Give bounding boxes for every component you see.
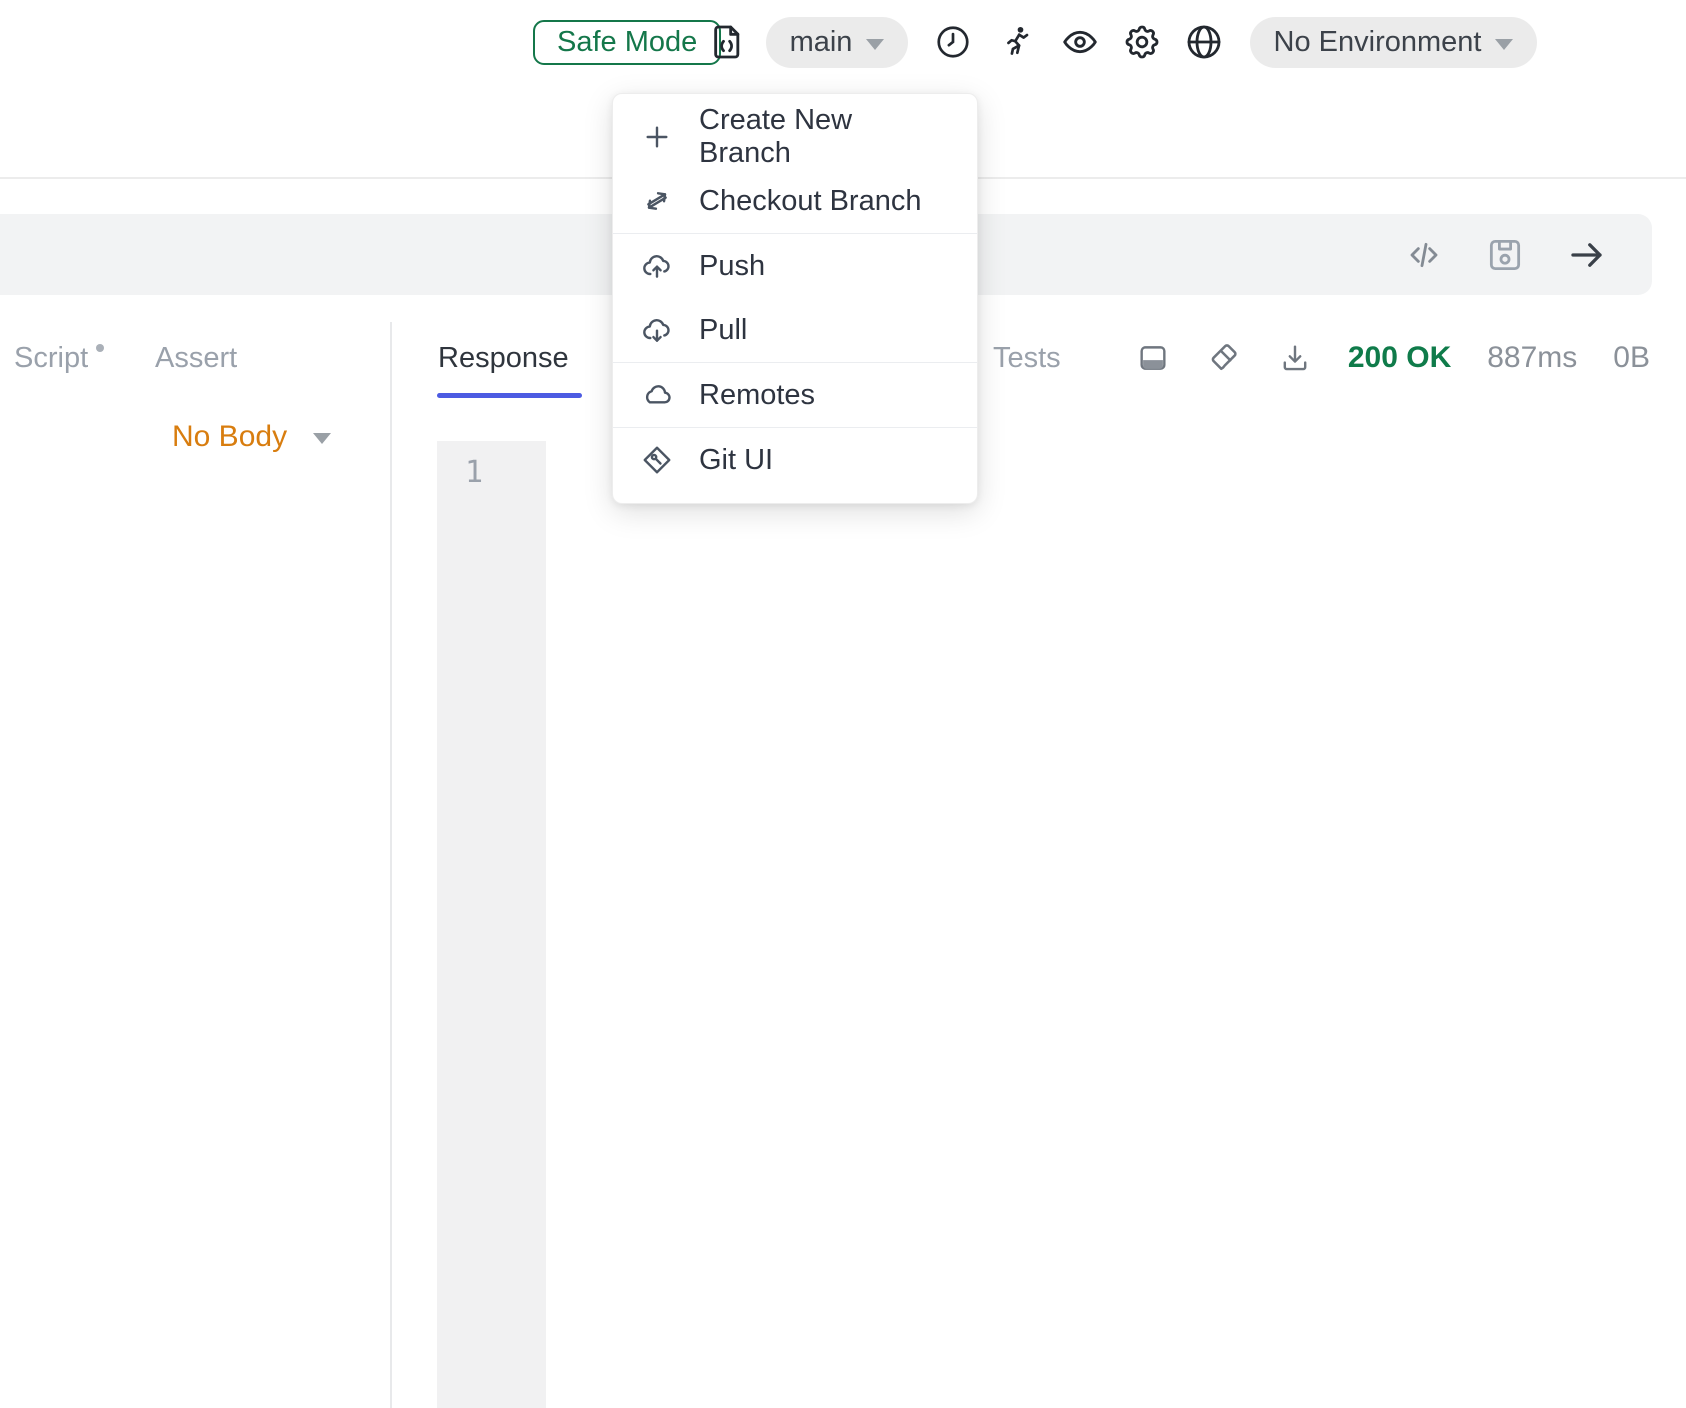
code-file-icon[interactable] bbox=[706, 21, 748, 63]
branch-name: main bbox=[790, 26, 853, 59]
download-response-icon[interactable] bbox=[1278, 341, 1312, 375]
status-code: 200 OK bbox=[1348, 341, 1451, 375]
chevron-down-icon bbox=[1495, 39, 1513, 50]
chevron-down-icon bbox=[866, 39, 884, 50]
menu-item-create-new-branch[interactable]: Create New Branch bbox=[613, 105, 977, 169]
environment-name: No Environment bbox=[1274, 26, 1482, 59]
expand-response-icon[interactable] bbox=[1136, 341, 1170, 375]
eye-icon[interactable] bbox=[1059, 21, 1101, 63]
safe-mode-badge[interactable]: Safe Mode bbox=[533, 20, 721, 65]
code-view-icon[interactable] bbox=[1404, 235, 1444, 275]
menu-item-remotes[interactable]: Remotes bbox=[613, 363, 977, 427]
send-arrow-icon[interactable] bbox=[1566, 234, 1608, 276]
app-window: Safe Mode main bbox=[0, 0, 1686, 1408]
menu-item-checkout-branch[interactable]: Checkout Branch bbox=[613, 169, 977, 233]
swap-arrows-icon bbox=[641, 185, 673, 217]
body-mode-label: No Body bbox=[172, 420, 287, 454]
response-status-bar: 200 OK 887ms 0B bbox=[1136, 330, 1650, 386]
line-number: 1 bbox=[437, 441, 546, 490]
plus-icon bbox=[641, 121, 673, 153]
tab-assert[interactable]: Assert bbox=[155, 342, 237, 375]
tab-response[interactable]: Response bbox=[438, 342, 569, 375]
editor-gutter: 1 bbox=[437, 441, 546, 1408]
tab-script[interactable]: Script bbox=[14, 342, 104, 375]
menu-item-git-ui[interactable]: Git UI bbox=[613, 428, 977, 492]
menu-item-pull[interactable]: Pull bbox=[613, 298, 977, 362]
git-branch-menu: Create New Branch Checkout Branch Push P… bbox=[612, 93, 978, 504]
environment-selector[interactable]: No Environment bbox=[1250, 17, 1537, 68]
response-time: 887ms bbox=[1487, 341, 1577, 375]
git-icon bbox=[641, 444, 673, 476]
save-icon[interactable] bbox=[1484, 234, 1526, 276]
chevron-down-icon bbox=[313, 433, 331, 444]
modified-indicator bbox=[96, 344, 104, 352]
clear-response-icon[interactable] bbox=[1206, 340, 1242, 376]
tab-tests[interactable]: Tests bbox=[993, 342, 1061, 375]
response-size: 0B bbox=[1613, 341, 1650, 375]
body-mode-selector[interactable]: No Body bbox=[172, 420, 331, 454]
response-editor[interactable] bbox=[546, 441, 1686, 1408]
cloud-icon bbox=[641, 379, 673, 411]
cloud-download-icon bbox=[641, 314, 673, 346]
cloud-upload-icon bbox=[641, 250, 673, 282]
active-tab-indicator bbox=[437, 393, 582, 398]
pane-divider bbox=[390, 322, 392, 1408]
globe-icon[interactable] bbox=[1183, 21, 1225, 63]
gear-icon[interactable] bbox=[1121, 21, 1163, 63]
runner-icon[interactable] bbox=[996, 21, 1038, 63]
menu-item-push[interactable]: Push bbox=[613, 234, 977, 298]
branch-selector[interactable]: main bbox=[766, 17, 908, 68]
clock-icon[interactable] bbox=[932, 21, 974, 63]
